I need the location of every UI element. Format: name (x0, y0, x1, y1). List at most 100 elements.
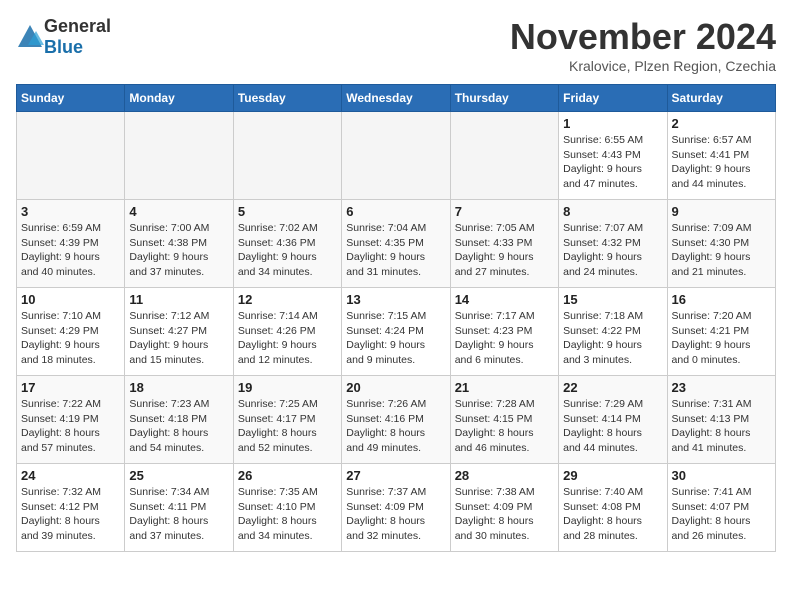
day-number: 25 (129, 468, 228, 483)
calendar-table: Sunday Monday Tuesday Wednesday Thursday… (16, 84, 776, 552)
day-number: 18 (129, 380, 228, 395)
day-number: 22 (563, 380, 662, 395)
day-number: 24 (21, 468, 120, 483)
day-number: 5 (238, 204, 337, 219)
month-year-title: November 2024 (510, 16, 776, 58)
header-saturday: Saturday (667, 85, 775, 112)
day-info: Sunrise: 6:59 AM Sunset: 4:39 PM Dayligh… (21, 221, 120, 280)
page-header: General Blue November 2024 Kralovice, Pl… (16, 16, 776, 74)
calendar-cell (233, 112, 341, 200)
day-info: Sunrise: 7:26 AM Sunset: 4:16 PM Dayligh… (346, 397, 445, 456)
calendar-cell: 21 Sunrise: 7:28 AM Sunset: 4:15 PM Dayli… (450, 376, 558, 464)
day-info: Sunrise: 7:31 AM Sunset: 4:13 PM Dayligh… (672, 397, 771, 456)
calendar-cell: 26 Sunrise: 7:35 AM Sunset: 4:10 PM Dayli… (233, 464, 341, 552)
calendar-week-1: 1 Sunrise: 6:55 AM Sunset: 4:43 PM Daylig… (17, 112, 776, 200)
day-number: 8 (563, 204, 662, 219)
day-info: Sunrise: 7:00 AM Sunset: 4:38 PM Dayligh… (129, 221, 228, 280)
header-friday: Friday (559, 85, 667, 112)
day-number: 29 (563, 468, 662, 483)
header-monday: Monday (125, 85, 233, 112)
calendar-cell (17, 112, 125, 200)
calendar-week-4: 17 Sunrise: 7:22 AM Sunset: 4:19 PM Dayli… (17, 376, 776, 464)
calendar-cell (450, 112, 558, 200)
calendar-header-row: Sunday Monday Tuesday Wednesday Thursday… (17, 85, 776, 112)
header-sunday: Sunday (17, 85, 125, 112)
header-wednesday: Wednesday (342, 85, 450, 112)
calendar-week-2: 3Sunrise: 6:59 AM Sunset: 4:39 PM Daylig… (17, 200, 776, 288)
day-number: 17 (21, 380, 120, 395)
title-section: November 2024 Kralovice, Plzen Region, C… (510, 16, 776, 74)
day-info: Sunrise: 7:35 AM Sunset: 4:10 PM Dayligh… (238, 485, 337, 544)
day-info: Sunrise: 7:04 AM Sunset: 4:35 PM Dayligh… (346, 221, 445, 280)
calendar-cell (125, 112, 233, 200)
day-number: 4 (129, 204, 228, 219)
day-number: 15 (563, 292, 662, 307)
day-info: Sunrise: 7:20 AM Sunset: 4:21 PM Dayligh… (672, 309, 771, 368)
day-number: 7 (455, 204, 554, 219)
day-number: 6 (346, 204, 445, 219)
calendar-cell: 7 Sunrise: 7:05 AM Sunset: 4:33 PM Daylig… (450, 200, 558, 288)
day-info: Sunrise: 7:41 AM Sunset: 4:07 PM Dayligh… (672, 485, 771, 544)
day-info: Sunrise: 7:37 AM Sunset: 4:09 PM Dayligh… (346, 485, 445, 544)
calendar-cell: 14Sunrise: 7:17 AM Sunset: 4:23 PM Dayli… (450, 288, 558, 376)
header-thursday: Thursday (450, 85, 558, 112)
day-info: Sunrise: 7:34 AM Sunset: 4:11 PM Dayligh… (129, 485, 228, 544)
calendar-cell: 11 Sunrise: 7:12 AM Sunset: 4:27 PM Dayli… (125, 288, 233, 376)
calendar-cell: 19 Sunrise: 7:25 AM Sunset: 4:17 PM Dayli… (233, 376, 341, 464)
day-number: 2 (672, 116, 771, 131)
day-number: 9 (672, 204, 771, 219)
day-number: 19 (238, 380, 337, 395)
calendar-cell: 23Sunrise: 7:31 AM Sunset: 4:13 PM Dayli… (667, 376, 775, 464)
logo-general: General (44, 16, 111, 36)
day-info: Sunrise: 7:07 AM Sunset: 4:32 PM Dayligh… (563, 221, 662, 280)
calendar-cell: 5Sunrise: 7:02 AM Sunset: 4:36 PM Daylig… (233, 200, 341, 288)
day-info: Sunrise: 7:14 AM Sunset: 4:26 PM Dayligh… (238, 309, 337, 368)
day-info: Sunrise: 6:57 AM Sunset: 4:41 PM Dayligh… (672, 133, 771, 192)
logo-blue: Blue (44, 37, 83, 57)
day-number: 26 (238, 468, 337, 483)
day-info: Sunrise: 7:28 AM Sunset: 4:15 PM Dayligh… (455, 397, 554, 456)
logo-icon (16, 23, 44, 51)
day-number: 12 (238, 292, 337, 307)
calendar-cell: 28 Sunrise: 7:38 AM Sunset: 4:09 PM Dayli… (450, 464, 558, 552)
day-number: 28 (455, 468, 554, 483)
calendar-cell: 6 Sunrise: 7:04 AM Sunset: 4:35 PM Daylig… (342, 200, 450, 288)
calendar-cell: 4 Sunrise: 7:00 AM Sunset: 4:38 PM Daylig… (125, 200, 233, 288)
day-info: Sunrise: 7:12 AM Sunset: 4:27 PM Dayligh… (129, 309, 228, 368)
calendar-cell: 13Sunrise: 7:15 AM Sunset: 4:24 PM Dayli… (342, 288, 450, 376)
day-number: 10 (21, 292, 120, 307)
day-info: Sunrise: 7:10 AM Sunset: 4:29 PM Dayligh… (21, 309, 120, 368)
calendar-cell: 2 Sunrise: 6:57 AM Sunset: 4:41 PM Daylig… (667, 112, 775, 200)
day-info: Sunrise: 7:32 AM Sunset: 4:12 PM Dayligh… (21, 485, 120, 544)
calendar-cell: 25 Sunrise: 7:34 AM Sunset: 4:11 PM Dayli… (125, 464, 233, 552)
day-number: 27 (346, 468, 445, 483)
day-info: Sunrise: 7:17 AM Sunset: 4:23 PM Dayligh… (455, 309, 554, 368)
day-info: Sunrise: 7:38 AM Sunset: 4:09 PM Dayligh… (455, 485, 554, 544)
day-number: 11 (129, 292, 228, 307)
calendar-cell: 24 Sunrise: 7:32 AM Sunset: 4:12 PM Dayli… (17, 464, 125, 552)
day-info: Sunrise: 7:23 AM Sunset: 4:18 PM Dayligh… (129, 397, 228, 456)
calendar-cell: 20 Sunrise: 7:26 AM Sunset: 4:16 PM Dayli… (342, 376, 450, 464)
day-info: Sunrise: 6:55 AM Sunset: 4:43 PM Dayligh… (563, 133, 662, 192)
calendar-cell: 30Sunrise: 7:41 AM Sunset: 4:07 PM Dayli… (667, 464, 775, 552)
calendar-cell: 3Sunrise: 6:59 AM Sunset: 4:39 PM Daylig… (17, 200, 125, 288)
day-info: Sunrise: 7:18 AM Sunset: 4:22 PM Dayligh… (563, 309, 662, 368)
calendar-cell: 29Sunrise: 7:40 AM Sunset: 4:08 PM Dayli… (559, 464, 667, 552)
calendar-cell: 10 Sunrise: 7:10 AM Sunset: 4:29 PM Dayli… (17, 288, 125, 376)
day-info: Sunrise: 7:05 AM Sunset: 4:33 PM Dayligh… (455, 221, 554, 280)
day-info: Sunrise: 7:29 AM Sunset: 4:14 PM Dayligh… (563, 397, 662, 456)
calendar-cell: 16Sunrise: 7:20 AM Sunset: 4:21 PM Dayli… (667, 288, 775, 376)
calendar-cell: 12 Sunrise: 7:14 AM Sunset: 4:26 PM Dayli… (233, 288, 341, 376)
day-number: 21 (455, 380, 554, 395)
day-number: 13 (346, 292, 445, 307)
day-info: Sunrise: 7:22 AM Sunset: 4:19 PM Dayligh… (21, 397, 120, 456)
calendar-cell: 8 Sunrise: 7:07 AM Sunset: 4:32 PM Daylig… (559, 200, 667, 288)
logo: General Blue (16, 16, 111, 58)
calendar-cell (342, 112, 450, 200)
calendar-cell: 18 Sunrise: 7:23 AM Sunset: 4:18 PM Dayli… (125, 376, 233, 464)
day-number: 20 (346, 380, 445, 395)
calendar-cell: 27 Sunrise: 7:37 AM Sunset: 4:09 PM Dayli… (342, 464, 450, 552)
day-number: 1 (563, 116, 662, 131)
day-info: Sunrise: 7:25 AM Sunset: 4:17 PM Dayligh… (238, 397, 337, 456)
calendar-week-5: 24 Sunrise: 7:32 AM Sunset: 4:12 PM Dayli… (17, 464, 776, 552)
